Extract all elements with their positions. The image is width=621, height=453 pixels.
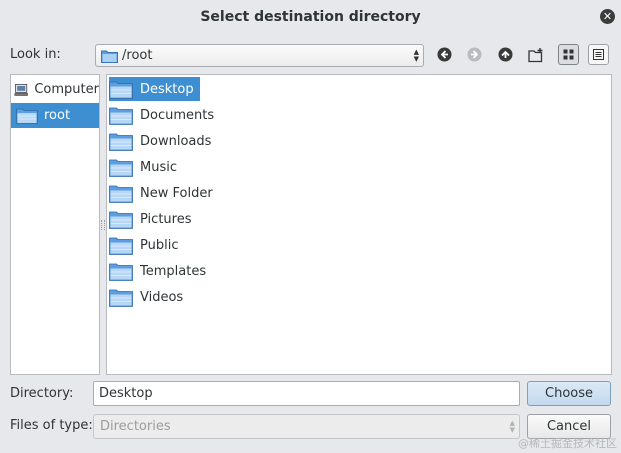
list-item[interactable]: Downloads: [109, 129, 217, 153]
folder-icon: [109, 185, 133, 203]
dialog-title: Select destination directory: [200, 8, 421, 25]
list-item[interactable]: Desktop: [109, 77, 200, 101]
close-icon[interactable]: ✕: [600, 9, 615, 24]
folder-icon: [109, 159, 133, 177]
sidebar-item-computer[interactable]: Computer: [11, 77, 99, 102]
new-folder-icon: [528, 47, 543, 62]
list-item[interactable]: Pictures: [109, 207, 197, 231]
look-in-path: /root: [122, 48, 153, 63]
directory-input[interactable]: [93, 381, 520, 406]
sidebar-item-label: root: [44, 108, 71, 123]
folder-icon: [109, 133, 133, 151]
new-folder-button[interactable]: [526, 44, 547, 65]
file-name: Videos: [140, 289, 184, 305]
look-in-combo[interactable]: /root ▲ ▼: [95, 44, 424, 67]
sidebar-item-label: Computer: [34, 82, 99, 97]
folder-icon: [109, 107, 133, 125]
folder-icon: [109, 263, 133, 281]
folder-icon: [101, 50, 118, 63]
back-button[interactable]: [434, 44, 455, 65]
up-icon: [498, 47, 513, 62]
detail-view-icon: [593, 49, 604, 60]
folder-icon: [109, 211, 133, 229]
file-name: New Folder: [140, 185, 213, 201]
list-item[interactable]: Videos: [109, 285, 189, 309]
icon-view-icon: [563, 49, 574, 60]
list-item[interactable]: Templates: [109, 259, 212, 283]
sidebar-item-root[interactable]: root: [11, 103, 99, 128]
choose-button[interactable]: Choose: [527, 381, 611, 406]
files-of-type-value: Directories: [100, 419, 171, 434]
forward-icon: [467, 47, 482, 62]
combo-spin-icon: ▲ ▼: [413, 48, 419, 63]
splitter-handle[interactable]: [101, 220, 105, 230]
folder-icon: [109, 81, 133, 99]
look-in-label: Look in:: [10, 47, 61, 62]
list-item[interactable]: Documents: [109, 103, 220, 127]
forward-button[interactable]: [464, 44, 485, 65]
files-of-type-label: Files of type:: [10, 418, 93, 433]
detail-view-button[interactable]: [588, 44, 609, 65]
file-name: Downloads: [140, 133, 212, 149]
files-of-type-combo: Directories ▲ ▼: [93, 414, 520, 439]
title-bar: Select destination directory ✕: [0, 0, 621, 33]
places-sidebar: Computer root: [10, 74, 100, 375]
file-name: Templates: [140, 263, 207, 279]
watermark: @稀土掘金技术社区: [518, 437, 617, 450]
list-item[interactable]: New Folder: [109, 181, 219, 205]
file-name: Public: [140, 237, 179, 253]
file-name: Documents: [140, 107, 215, 123]
file-name: Music: [140, 159, 177, 175]
up-button[interactable]: [495, 44, 516, 65]
choose-button-label: Choose: [545, 386, 593, 401]
cancel-button-label: Cancel: [546, 419, 592, 434]
list-item[interactable]: Public: [109, 233, 184, 257]
file-name: Desktop: [140, 81, 194, 97]
computer-icon: [14, 83, 28, 96]
folder-icon: [109, 289, 133, 307]
folder-icon: [109, 237, 133, 255]
file-list: Desktop Documents Downloads Music New Fo…: [106, 74, 612, 375]
list-item[interactable]: Music: [109, 155, 183, 179]
back-icon: [437, 47, 452, 62]
directory-label: Directory:: [10, 386, 74, 401]
icon-view-button[interactable]: [558, 44, 579, 65]
combo-spin-icon: ▲ ▼: [509, 419, 515, 434]
folder-icon: [16, 108, 38, 124]
file-name: Pictures: [140, 211, 192, 227]
